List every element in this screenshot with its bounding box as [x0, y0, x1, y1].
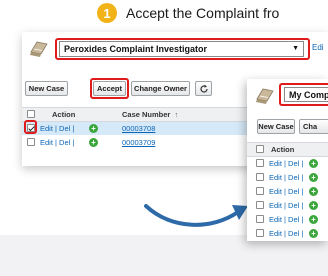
step-instruction: Accept the Complaint fro: [126, 5, 280, 21]
footer-band: [0, 235, 328, 276]
table-row[interactable]: Edit | Del | +: [247, 213, 328, 226]
view-select-highlight: [55, 38, 310, 60]
change-owner-button[interactable]: Change Owner: [131, 81, 190, 96]
row-actions[interactable]: Edit | Del |: [269, 215, 303, 224]
my-complaints-screenshot: My Comp New Case Cha Action Edit | Del |…: [247, 79, 328, 241]
plus-icon[interactable]: +: [309, 173, 318, 182]
case-number-link[interactable]: 00003708: [122, 124, 155, 133]
row-checkbox[interactable]: [256, 201, 264, 209]
row-checkbox[interactable]: [256, 229, 264, 237]
table-row[interactable]: Edit | Del | +: [247, 171, 328, 184]
new-case-button[interactable]: New Case: [257, 119, 295, 134]
cases-app-icon: [256, 88, 274, 104]
column-header-case-number[interactable]: Case Number ↑: [122, 110, 178, 119]
row-checkbox[interactable]: [27, 138, 35, 146]
table-row[interactable]: Edit | Del | +: [247, 199, 328, 212]
new-case-button[interactable]: New Case: [25, 81, 68, 96]
row-checkbox[interactable]: [256, 159, 264, 167]
table-header: Action: [247, 142, 328, 157]
cases-app-icon: [30, 41, 48, 57]
row-actions[interactable]: Edit | Del |: [269, 173, 303, 182]
case-number-link[interactable]: 00003709: [122, 138, 155, 147]
curved-arrow-icon: [144, 204, 248, 227]
step-heading: 1 Accept the Complaint fro: [97, 1, 279, 25]
step-number-badge: 1: [97, 3, 117, 23]
plus-icon[interactable]: +: [309, 187, 318, 196]
table-row[interactable]: Edit | Del | +: [247, 185, 328, 198]
row-checkbox[interactable]: [256, 215, 264, 223]
sort-ascending-icon: ↑: [174, 110, 179, 119]
table-row[interactable]: Edit | Del | +: [247, 157, 328, 170]
select-all-checkbox[interactable]: [256, 145, 264, 153]
plus-icon[interactable]: +: [309, 229, 318, 238]
select-all-checkbox[interactable]: [27, 110, 35, 118]
column-header-action: Action: [52, 110, 76, 119]
row-actions[interactable]: Edit | Del |: [40, 124, 74, 133]
accept-button-highlight: [90, 78, 129, 99]
checkbox-highlight: [24, 120, 37, 134]
table-row[interactable]: Edit | Del | +: [247, 227, 328, 240]
plus-icon[interactable]: +: [309, 159, 318, 168]
refresh-button[interactable]: [195, 81, 212, 96]
case-number-header-label: Case Number: [122, 110, 171, 119]
row-actions[interactable]: Edit | Del |: [269, 187, 303, 196]
row-actions[interactable]: Edit | Del |: [269, 229, 303, 238]
row-checkbox[interactable]: [256, 173, 264, 181]
row-actions[interactable]: Edit | Del |: [269, 201, 303, 210]
row-checkbox[interactable]: [256, 187, 264, 195]
row-actions[interactable]: Edit | Del |: [269, 159, 303, 168]
plus-icon[interactable]: +: [309, 215, 318, 224]
plus-icon[interactable]: +: [309, 201, 318, 210]
row-actions[interactable]: Edit | Del |: [40, 138, 74, 147]
refresh-icon: [199, 84, 208, 93]
column-header-action: Action: [271, 145, 295, 154]
change-owner-button[interactable]: Cha: [299, 119, 328, 134]
view-select-highlight: [279, 83, 328, 106]
plus-icon[interactable]: +: [89, 124, 98, 133]
edit-view-link[interactable]: Edi: [312, 43, 324, 52]
plus-icon[interactable]: +: [89, 138, 98, 147]
